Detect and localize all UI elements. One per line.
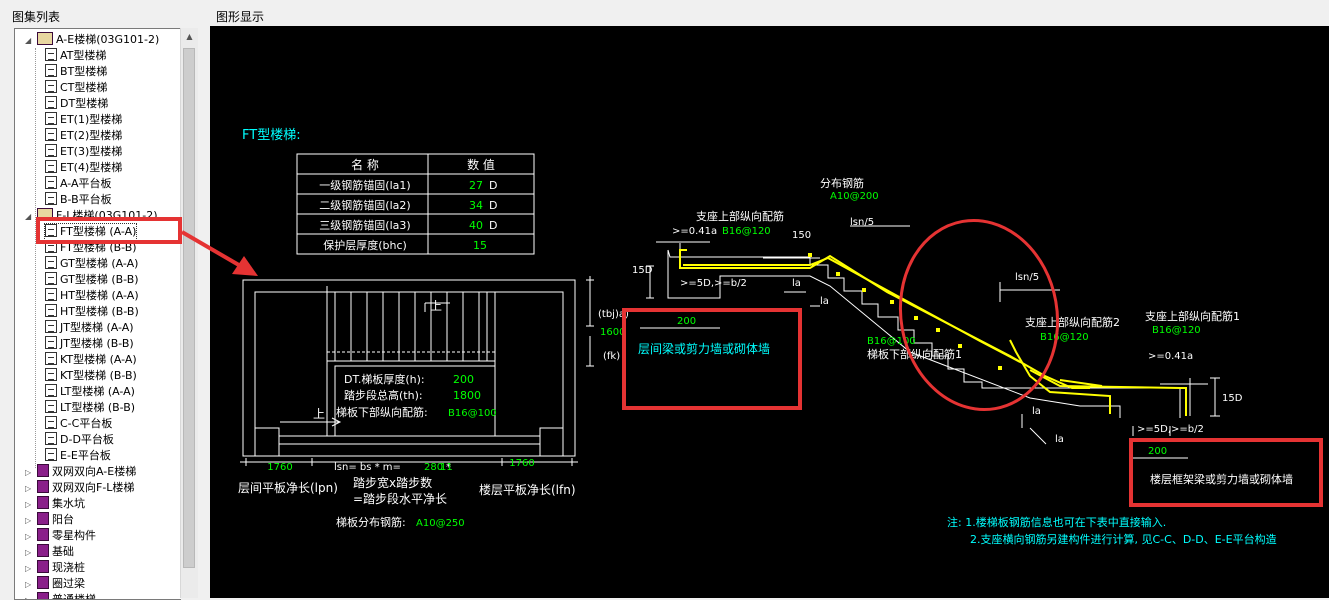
annotation-arrow-icon [180, 230, 258, 276]
